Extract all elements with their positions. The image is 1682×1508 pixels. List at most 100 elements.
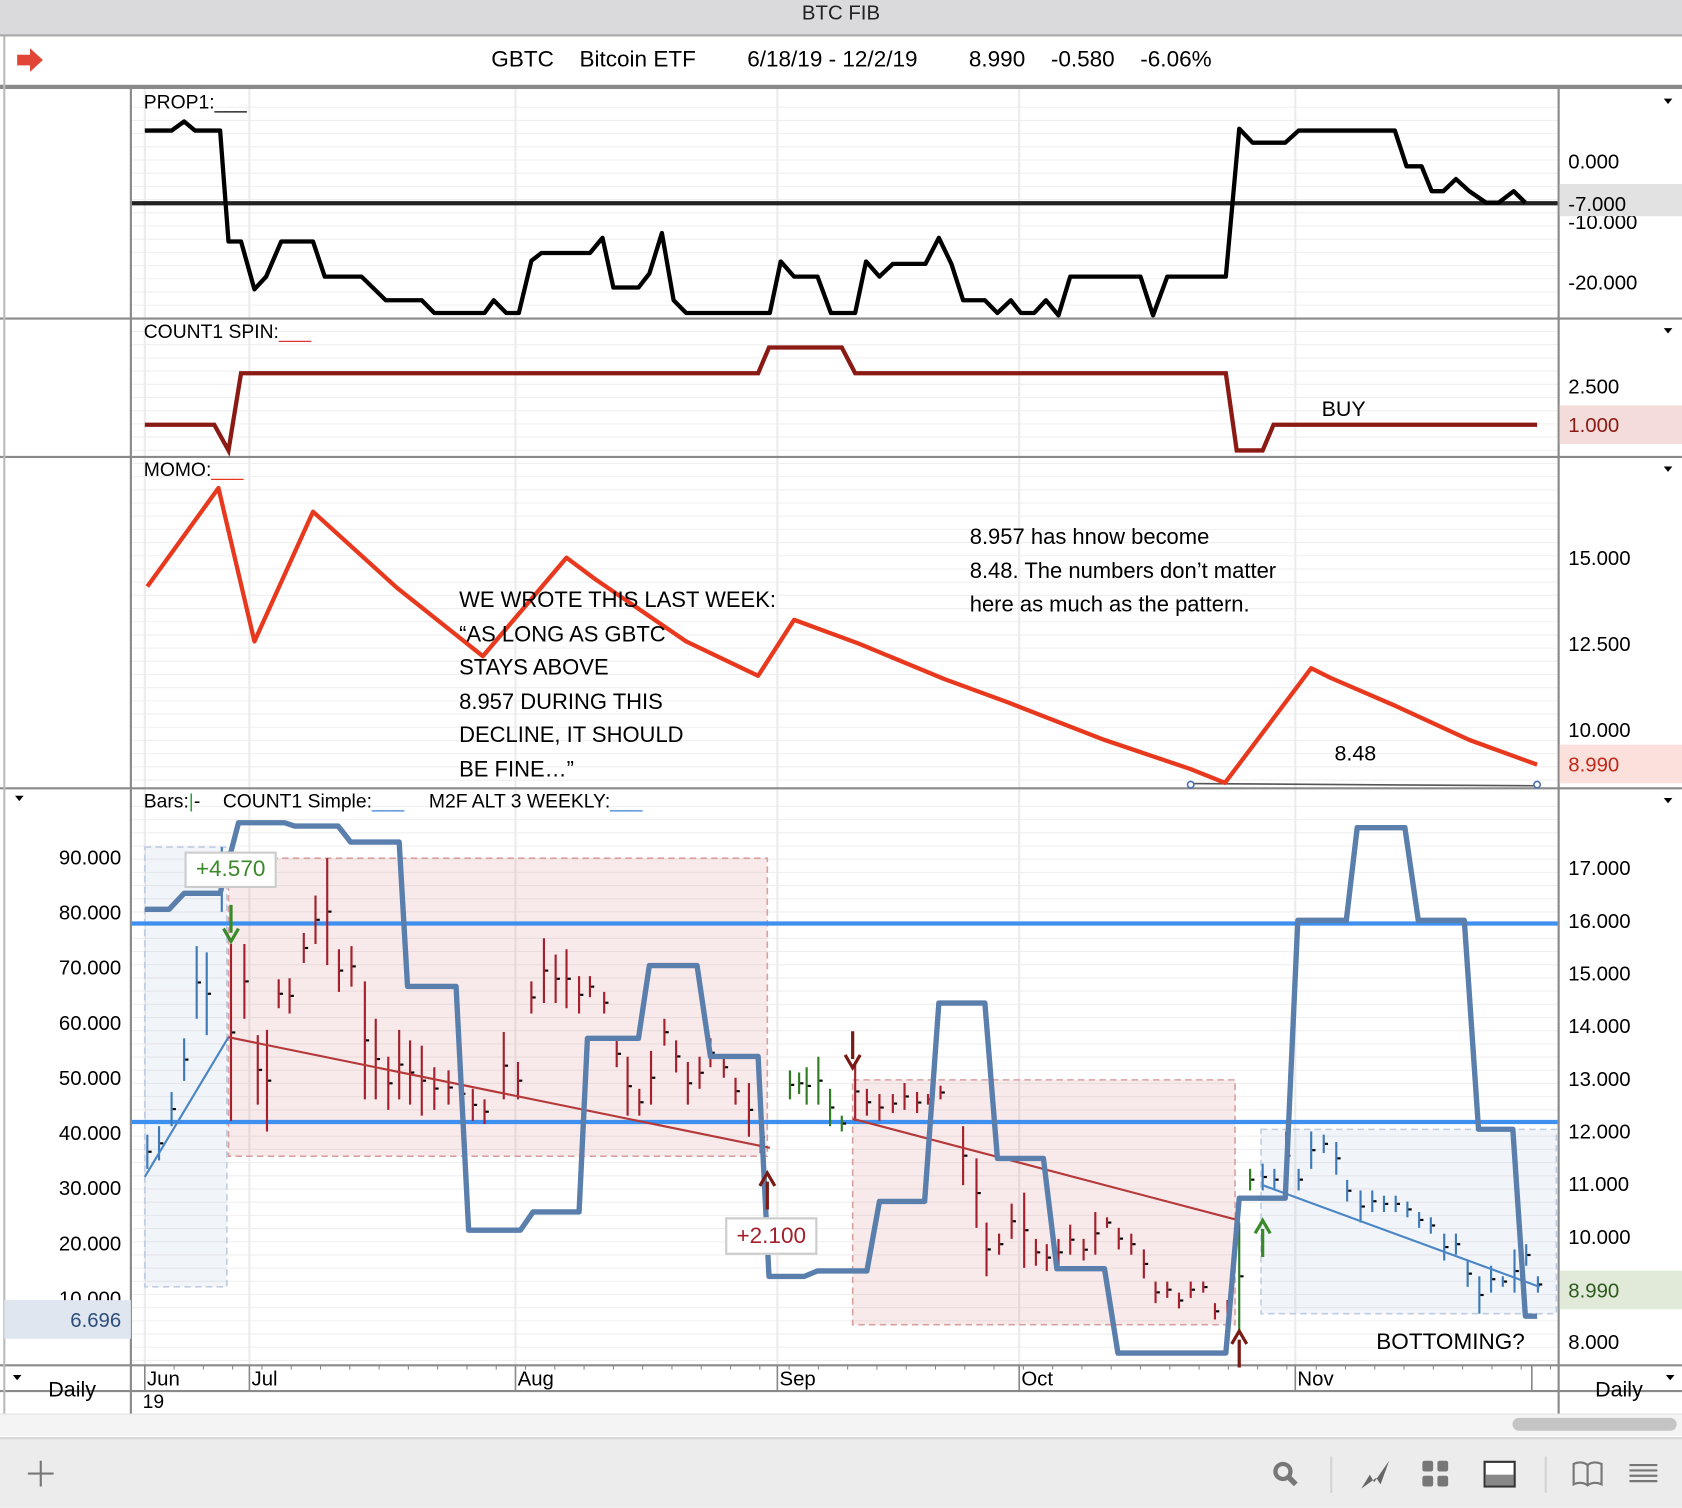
- price-bar-close: [1000, 1243, 1004, 1246]
- price-bar-close: [1216, 1310, 1220, 1313]
- price-bar-close: [365, 1039, 370, 1042]
- price-bar-close: [185, 1058, 189, 1061]
- price-bar-close: [1025, 1229, 1029, 1232]
- price-bar-close: [473, 1103, 478, 1106]
- plus-icon[interactable]: [24, 1456, 58, 1490]
- signal-arrow-down-icon: [843, 1031, 862, 1071]
- momo-level-handle: [1186, 780, 1195, 789]
- price-bar-close: [893, 1102, 898, 1105]
- price-bar-close: [964, 1154, 968, 1157]
- price-bar-close: [304, 946, 309, 950]
- price-bar-close: [290, 994, 294, 997]
- price-right-tick: 8.000: [1568, 1332, 1619, 1354]
- price-bar-close: [232, 1031, 236, 1034]
- horizontal-scrollbar[interactable]: [0, 1413, 1682, 1437]
- price-bar-close: [1420, 1218, 1424, 1222]
- price-right-tick: 12.000: [1568, 1121, 1630, 1143]
- price-bar-close: [605, 1001, 609, 1004]
- price-bar-close: [1119, 1237, 1124, 1240]
- momo-tick: 12.500: [1568, 634, 1630, 656]
- price-bar-close: [1468, 1272, 1472, 1275]
- price-bar-close: [411, 1071, 415, 1074]
- price-right-tick: 17.000: [1568, 858, 1630, 880]
- price-bar-close: [435, 1087, 439, 1090]
- chart-canvas[interactable]: 0.000-20.000-10.000-7.0002.5001.00015.00…: [0, 0, 1682, 1508]
- search-icon[interactable]: [1268, 1456, 1302, 1490]
- annotation-pattern-note: 8.957 has hnow become 8.48. The numbers d…: [969, 524, 1277, 617]
- price-bar-close: [880, 1106, 884, 1109]
- spin-badge: 1.000: [1568, 415, 1619, 437]
- price-bar-close: [800, 1082, 804, 1085]
- x-tick-label: Nov: [1297, 1369, 1334, 1391]
- price-bar-close: [941, 1091, 945, 1094]
- price-bar-close: [831, 1106, 835, 1109]
- price-bar-close: [1503, 1280, 1508, 1283]
- grid-icon[interactable]: [1418, 1456, 1452, 1490]
- price-bar-close: [1036, 1251, 1041, 1254]
- chart-line-icon[interactable]: [1358, 1456, 1392, 1490]
- price-bar-close: [1408, 1208, 1412, 1211]
- x-tick-label: Oct: [1021, 1369, 1053, 1391]
- price-bar-close: [688, 1082, 693, 1085]
- gain-label-2: +2.100: [725, 1217, 818, 1255]
- price-bar-close: [1515, 1269, 1519, 1273]
- momo-level-label: 8.48: [1334, 742, 1377, 766]
- price-right-tick: 10.000: [1568, 1227, 1630, 1249]
- price-right-tick: 11.000: [1568, 1174, 1629, 1196]
- price-left-tick: 80.000: [59, 903, 121, 925]
- price-bar-close: [580, 993, 584, 996]
- right-period-selector[interactable]: Daily: [1595, 1378, 1643, 1403]
- price-bar-close: [977, 1192, 981, 1195]
- prop1-tick: -20.000: [1568, 273, 1637, 295]
- book-icon[interactable]: [1570, 1456, 1604, 1490]
- price-bar-close: [376, 1057, 381, 1061]
- price-bar-close: [422, 1079, 427, 1082]
- price-bar-close: [1299, 1178, 1303, 1181]
- left-period-selector[interactable]: Daily: [48, 1378, 96, 1403]
- price-bar-close: [652, 1076, 656, 1079]
- panel-menu-caret-icon: [1663, 797, 1673, 804]
- price-bar-close: [842, 1122, 847, 1125]
- scrollbar-thumb[interactable]: [1512, 1417, 1677, 1431]
- spin-label: COUNT1 SPIN:___: [143, 320, 312, 343]
- price-left-tick: 90.000: [59, 847, 121, 869]
- toolbar-separator: [1330, 1456, 1333, 1493]
- price-bar-close: [1431, 1224, 1436, 1227]
- price-bar-close: [1240, 1275, 1244, 1278]
- price-left-tick: 60.000: [59, 1013, 121, 1035]
- price-bar-close: [1312, 1149, 1316, 1152]
- price-bar-close: [1108, 1221, 1112, 1224]
- year-label: 19: [142, 1391, 165, 1413]
- price-bar-close: [519, 1079, 523, 1082]
- price-bar-close: [1059, 1251, 1063, 1254]
- price-bar-close: [328, 910, 332, 913]
- price-bar-close: [207, 992, 212, 995]
- price-bar-close: [640, 1101, 644, 1104]
- panel-layout-icon[interactable]: [1482, 1456, 1516, 1490]
- price-bar-close: [1180, 1299, 1184, 1302]
- price-bar-close: [856, 1090, 860, 1093]
- right-period-caret-icon: [1665, 1374, 1675, 1381]
- momo-tick: 15.000: [1568, 548, 1630, 570]
- price-bar-close: [736, 1090, 740, 1093]
- price-bar-close: [485, 1110, 489, 1113]
- price-bar-close: [1480, 1293, 1484, 1297]
- prop1-badge: -7.000: [1568, 194, 1626, 216]
- price-bar-close: [1275, 1178, 1279, 1181]
- price-bar-close: [268, 1079, 272, 1082]
- price-bar-close: [340, 969, 344, 972]
- menu-icon[interactable]: [1626, 1456, 1660, 1490]
- price-bar-close: [1361, 1205, 1365, 1208]
- left-menu-caret-icon: [15, 795, 24, 802]
- price-bar-close: [556, 977, 560, 980]
- price-left-tick: 40.000: [59, 1123, 121, 1145]
- price-right-tick: 16.000: [1568, 911, 1630, 933]
- price-bar-close: [1373, 1200, 1377, 1203]
- price-bar-close: [449, 1086, 453, 1089]
- price-bar-close: [1527, 1253, 1531, 1257]
- price-left-tick: 20.000: [59, 1233, 121, 1255]
- price-bar-close: [1539, 1283, 1543, 1286]
- price-bar-close: [1096, 1232, 1100, 1235]
- price-bar-close: [790, 1083, 795, 1086]
- price-bar-close: [1012, 1220, 1016, 1223]
